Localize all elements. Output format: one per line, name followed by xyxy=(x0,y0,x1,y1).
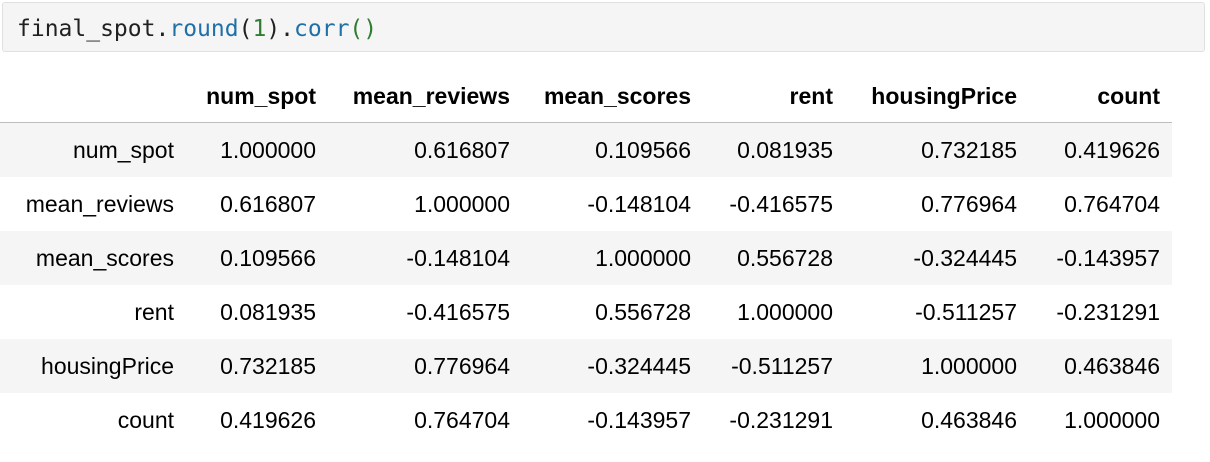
column-header: num_spot xyxy=(186,70,328,123)
table-row: rent 0.081935 -0.416575 0.556728 1.00000… xyxy=(0,285,1172,339)
table-cell: 0.109566 xyxy=(220,244,316,271)
table-cell: 0.732185 xyxy=(921,136,1017,163)
index-header xyxy=(0,70,186,123)
code-line: final_spot.round(1).corr() xyxy=(17,15,377,43)
table-cell: 0.419626 xyxy=(1064,136,1160,163)
row-index: mean_scores xyxy=(35,244,174,271)
table-cell: -0.231291 xyxy=(729,406,833,433)
table-header-row: num_spot mean_reviews mean_scores rent h… xyxy=(0,70,1172,123)
table-cell: -0.143957 xyxy=(1056,244,1160,271)
table-cell: 0.764704 xyxy=(1064,190,1160,217)
code-method-round: round xyxy=(169,16,239,42)
code-cell[interactable]: final_spot.round(1).corr() xyxy=(2,2,1205,52)
table-cell: 0.556728 xyxy=(737,244,833,271)
table-row: count 0.419626 0.764704 -0.143957 -0.231… xyxy=(0,393,1172,447)
code-paren-close: ) xyxy=(266,16,281,42)
code-dot: . xyxy=(280,16,295,42)
table-cell: -0.148104 xyxy=(406,244,510,271)
table-cell: 0.556728 xyxy=(595,298,691,325)
code-argument: 1 xyxy=(252,16,267,42)
table-row: mean_reviews 0.616807 1.000000 -0.148104… xyxy=(0,177,1172,231)
table-row: mean_scores 0.109566 -0.148104 1.000000 … xyxy=(0,231,1172,285)
table-cell: 0.776964 xyxy=(414,352,510,379)
code-dot: . xyxy=(155,16,170,42)
table-cell: -0.231291 xyxy=(1056,298,1160,325)
code-method-corr: corr xyxy=(294,16,350,42)
code-object: final_spot xyxy=(17,16,156,42)
column-header: rent xyxy=(703,70,845,123)
table-cell: 1.000000 xyxy=(921,352,1017,379)
table-cell: -0.416575 xyxy=(729,190,833,217)
table-cell: 1.000000 xyxy=(414,190,510,217)
table-cell: 0.616807 xyxy=(414,136,510,163)
table-cell: 0.732185 xyxy=(220,352,316,379)
code-call-parens: () xyxy=(349,16,378,42)
column-header: count xyxy=(1029,70,1172,123)
table-cell: -0.324445 xyxy=(587,352,691,379)
column-header: mean_scores xyxy=(522,70,703,123)
table-cell: 0.463846 xyxy=(1064,352,1160,379)
table-cell: 1.000000 xyxy=(220,136,316,163)
table-cell: 0.776964 xyxy=(921,190,1017,217)
table-cell: 0.081935 xyxy=(220,298,316,325)
row-index: count xyxy=(117,406,174,433)
cell-output: num_spot mean_reviews mean_scores rent h… xyxy=(0,70,1172,447)
code-paren-open: ( xyxy=(238,16,253,42)
table-cell: -0.324445 xyxy=(913,244,1017,271)
table-row: num_spot 1.000000 0.616807 0.109566 0.08… xyxy=(0,122,1172,177)
row-index: housingPrice xyxy=(41,352,174,379)
table-cell: 0.764704 xyxy=(414,406,510,433)
table-cell: -0.143957 xyxy=(587,406,691,433)
table-cell: -0.511257 xyxy=(731,352,833,379)
table-cell: 1.000000 xyxy=(1064,406,1160,433)
row-index: num_spot xyxy=(72,136,174,163)
table-cell: 0.463846 xyxy=(921,406,1017,433)
table-cell: -0.148104 xyxy=(587,190,691,217)
table-cell: 0.616807 xyxy=(220,190,316,217)
table-cell: 0.419626 xyxy=(220,406,316,433)
table-cell: 0.081935 xyxy=(737,136,833,163)
table-cell: 1.000000 xyxy=(595,244,691,271)
column-header: housingPrice xyxy=(845,70,1029,123)
table-cell: -0.511257 xyxy=(915,298,1017,325)
table-cell: 1.000000 xyxy=(737,298,833,325)
table-cell: 0.109566 xyxy=(595,136,691,163)
table-row: housingPrice 0.732185 0.776964 -0.324445… xyxy=(0,339,1172,393)
row-index: rent xyxy=(134,298,174,325)
row-index: mean_reviews xyxy=(25,190,174,217)
correlation-table: num_spot mean_reviews mean_scores rent h… xyxy=(0,70,1172,447)
table-cell: -0.416575 xyxy=(406,298,510,325)
column-header: mean_reviews xyxy=(328,70,522,123)
